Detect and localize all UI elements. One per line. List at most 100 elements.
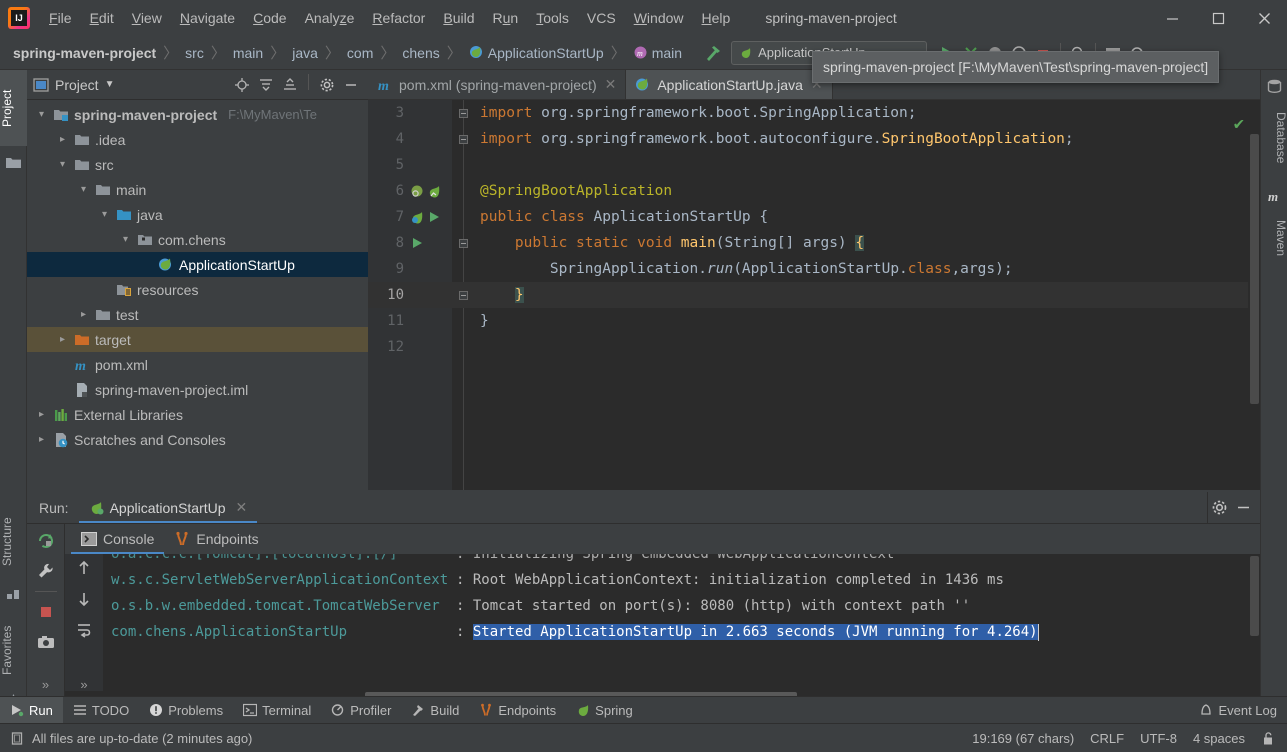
chevron-right-icon[interactable]: ▸: [77, 308, 90, 321]
sidebar-item-structure[interactable]: Structure: [0, 502, 27, 582]
chevron-down-icon[interactable]: ▾: [119, 233, 132, 246]
console-scrollbar[interactable]: [1248, 554, 1260, 700]
console-tab-console[interactable]: Console: [71, 524, 165, 554]
tree-node-spring-maven-project[interactable]: ▾ spring-maven-project F:\MyMaven\Te: [27, 102, 368, 127]
caret-position[interactable]: 19:169 (67 chars): [972, 731, 1074, 746]
chevron-right-icon[interactable]: ▸: [35, 408, 48, 421]
breadcrumb-item-main[interactable]: m main: [630, 43, 685, 63]
bottom-tab-run[interactable]: Run: [0, 697, 63, 723]
file-encoding[interactable]: UTF-8: [1140, 731, 1177, 746]
hammer-icon[interactable]: [701, 41, 725, 65]
spring-leaf-icon[interactable]: [427, 184, 442, 199]
sidebar-item-database[interactable]: Database: [1261, 98, 1287, 178]
menu-edit[interactable]: Edit: [81, 7, 123, 29]
fold-toggle-icon[interactable]: [452, 134, 474, 144]
bottom-tab-build[interactable]: Build: [401, 697, 469, 723]
console-tab-endpoints[interactable]: Endpoints: [164, 524, 268, 554]
menu-navigate[interactable]: Navigate: [171, 7, 244, 29]
breadcrumb-item-main[interactable]: main: [230, 43, 266, 63]
inspection-status-icon[interactable]: ✔: [1234, 114, 1244, 134]
menu-view[interactable]: View: [123, 7, 171, 29]
tree-node--idea[interactable]: ▸ .idea: [27, 127, 368, 152]
project-tree[interactable]: ▾ spring-maven-project F:\MyMaven\Te ▸ .idea…: [27, 100, 368, 490]
breadcrumb-item-spring-maven-project[interactable]: spring-maven-project: [10, 43, 159, 63]
chevron-right-icon[interactable]: ▸: [35, 433, 48, 446]
bean-icon[interactable]: [410, 184, 425, 199]
bottom-tab-terminal[interactable]: Terminal: [233, 697, 321, 723]
menu-help[interactable]: Help: [693, 7, 740, 29]
hide-panel-icon[interactable]: [1232, 497, 1254, 519]
tree-node-resources[interactable]: resources: [27, 277, 368, 302]
bottom-tab-spring[interactable]: Spring: [566, 697, 643, 723]
maximize-button[interactable]: [1195, 0, 1241, 36]
menu-tools[interactable]: Tools: [527, 7, 578, 29]
menu-run[interactable]: Run: [484, 7, 528, 29]
editor-scrollbar[interactable]: [1248, 100, 1260, 490]
gear-icon[interactable]: [316, 74, 338, 96]
bottom-tab-profiler[interactable]: Profiler: [321, 697, 401, 723]
run-config-tab[interactable]: ApplicationStartUp ✕: [78, 492, 258, 523]
tree-node-com-chens[interactable]: ▾ com.chens: [27, 227, 368, 252]
tree-node-external-libraries[interactable]: ▸ External Libraries: [27, 402, 368, 427]
chevron-right-icon[interactable]: ▸: [56, 133, 69, 146]
rerun-icon[interactable]: [33, 529, 59, 553]
minimize-button[interactable]: [1149, 0, 1195, 36]
camera-icon[interactable]: [33, 630, 59, 654]
chevron-right-icon[interactable]: ▸: [56, 333, 69, 346]
menu-file[interactable]: File: [40, 7, 81, 29]
chevron-down-icon[interactable]: ▾: [35, 108, 48, 121]
spring-bean-icon[interactable]: [410, 210, 425, 225]
menu-build[interactable]: Build: [434, 7, 483, 29]
menu-analyze[interactable]: Analyze: [296, 7, 364, 29]
chevron-down-icon[interactable]: ▾: [98, 208, 111, 221]
tree-node-pom-xml[interactable]: m pom.xml: [27, 352, 368, 377]
chevron-down-icon[interactable]: ▾: [77, 183, 90, 196]
scroll-down-icon[interactable]: [71, 587, 97, 611]
soft-wrap-icon[interactable]: [71, 618, 97, 642]
fold-toggle-icon[interactable]: [452, 290, 474, 300]
collapse-all-icon[interactable]: [279, 74, 301, 96]
code-editor[interactable]: 3 import org.springframework.boot.SpringA…: [368, 100, 1260, 490]
fold-toggle-icon[interactable]: [452, 108, 474, 118]
expand-all-icon[interactable]: [255, 74, 277, 96]
wrench-icon[interactable]: [33, 559, 59, 583]
locate-icon[interactable]: [231, 74, 253, 96]
sidebar-item-project[interactable]: Project: [0, 70, 27, 146]
close-icon[interactable]: ✕: [236, 499, 248, 516]
close-button[interactable]: [1241, 0, 1287, 36]
editor-tab-pom[interactable]: m pom.xml (spring-maven-project) ✕: [368, 70, 627, 99]
bottom-tab-endpoints[interactable]: Endpoints: [469, 697, 566, 723]
tree-node-target[interactable]: ▸ target: [27, 327, 368, 352]
indent-setting[interactable]: 4 spaces: [1193, 731, 1245, 746]
breadcrumb-item-chens[interactable]: chens: [399, 43, 442, 63]
console-output[interactable]: o.a.c.c.c.[Tomcat].[localhost].[/]: Init…: [103, 554, 1248, 700]
event-log-button[interactable]: Event Log: [1189, 697, 1287, 723]
bottom-tab-problems[interactable]: Problems: [139, 697, 233, 723]
fold-toggle-icon[interactable]: [452, 238, 474, 248]
menu-vcs[interactable]: VCS: [578, 7, 625, 29]
tree-node-java[interactable]: ▾ java: [27, 202, 368, 227]
breadcrumb-item-com[interactable]: com: [344, 43, 376, 63]
line-separator[interactable]: CRLF: [1090, 731, 1124, 746]
run-gutter-icon[interactable]: [427, 210, 441, 224]
gear-icon[interactable]: [1208, 497, 1230, 519]
tree-node-test[interactable]: ▸ test: [27, 302, 368, 327]
chevron-down-icon[interactable]: ▾: [56, 158, 69, 171]
run-gutter-icon[interactable]: [410, 236, 424, 250]
tree-node-spring-maven-project-iml[interactable]: spring-maven-project.iml: [27, 377, 368, 402]
breadcrumb-item-applicationstartup[interactable]: ApplicationStartUp: [466, 43, 607, 63]
console-scrollbar-thumb[interactable]: [1250, 556, 1259, 636]
menu-code[interactable]: Code: [244, 7, 295, 29]
breadcrumb-item-src[interactable]: src: [182, 43, 207, 63]
tree-node-applicationstartup[interactable]: ApplicationStartUp: [27, 252, 368, 277]
tree-node-scratches-and-consoles[interactable]: ▸ Scratches and Consoles: [27, 427, 368, 452]
tree-node-src[interactable]: ▾ src: [27, 152, 368, 177]
breadcrumb-item-java[interactable]: java: [289, 43, 321, 63]
tree-node-main[interactable]: ▾ main: [27, 177, 368, 202]
more-icon[interactable]: »: [33, 672, 59, 696]
sidebar-item-favorites[interactable]: Favorites: [0, 610, 27, 690]
editor-scrollbar-thumb[interactable]: [1250, 134, 1259, 404]
hide-panel-icon[interactable]: [340, 74, 362, 96]
menu-refactor[interactable]: Refactor: [363, 7, 434, 29]
sidebar-item-maven[interactable]: Maven: [1261, 208, 1287, 268]
